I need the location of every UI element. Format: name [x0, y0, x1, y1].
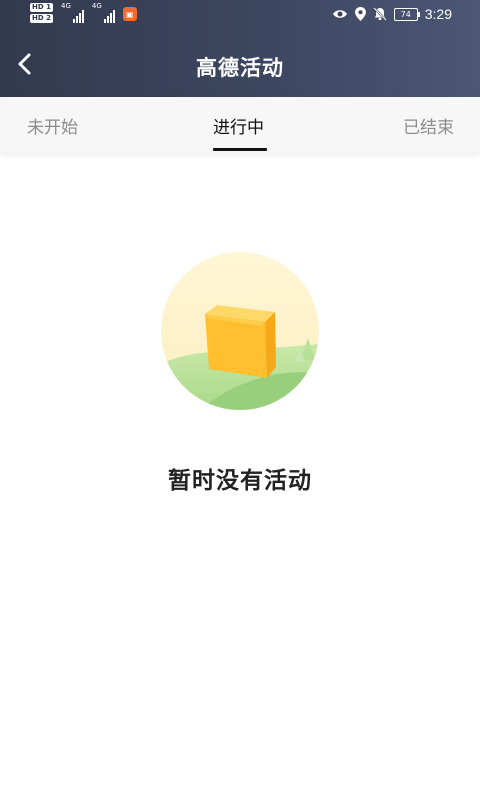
- status-bar: HD 1 HD 2 4G 4G ▣ 74 3:29: [0, 0, 480, 34]
- tab-in-progress[interactable]: 进行中: [213, 113, 264, 138]
- tab-ended[interactable]: 已结束: [403, 113, 454, 138]
- clock: 3:29: [424, 6, 452, 22]
- empty-box-illustration: [161, 252, 319, 410]
- signal-icon: 4G: [92, 3, 115, 23]
- network-label: 4G: [91, 2, 102, 10]
- tab-not-started[interactable]: 未开始: [27, 113, 78, 138]
- network-label: 4G: [60, 2, 71, 10]
- location-icon: [354, 7, 366, 21]
- nav-bar: 高德活动: [0, 34, 480, 97]
- header: HD 1 HD 2 4G 4G ▣ 74 3:29 高德活动: [0, 0, 480, 97]
- active-tab-indicator: [213, 148, 267, 151]
- app-notification-icon: ▣: [122, 7, 137, 21]
- bell-off-icon: [372, 7, 387, 21]
- battery-icon: 74: [393, 7, 420, 21]
- status-left: HD 1 HD 2 4G 4G ▣: [30, 3, 137, 23]
- status-right: 74 3:29: [332, 6, 452, 22]
- sim-indicators: HD 1 HD 2: [30, 3, 53, 23]
- tab-bar: 未开始 进行中 已结束: [0, 97, 480, 153]
- sim2-badge: HD 2: [30, 14, 53, 23]
- battery-level: 74: [400, 9, 411, 19]
- page-title: 高德活动: [196, 56, 284, 80]
- signal-icon: 4G: [61, 3, 84, 23]
- sim1-badge: HD 1: [30, 3, 53, 12]
- empty-state-message: 暂时没有活动: [168, 468, 312, 494]
- eye-icon: [332, 10, 347, 18]
